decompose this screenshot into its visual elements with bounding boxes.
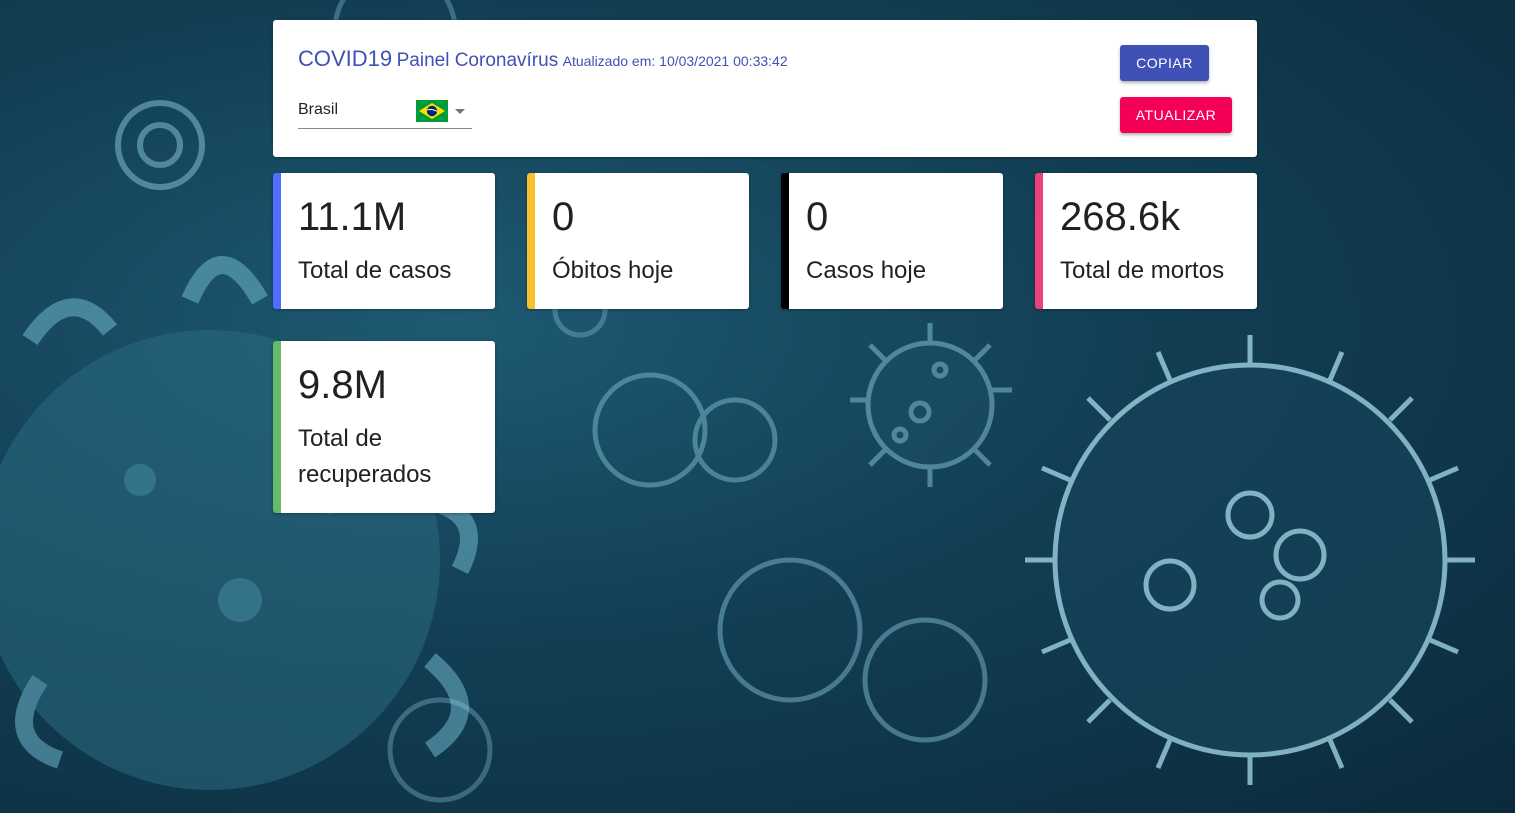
stat-label: Total de mortos xyxy=(1060,257,1225,284)
title-main: COVID19 xyxy=(298,46,393,71)
country-select-value: Brasil xyxy=(298,101,339,118)
copy-button[interactable]: COPIAR xyxy=(1120,45,1209,81)
stat-card-total-cases: 11.1M Total de casos xyxy=(273,173,495,309)
stat-label: Óbitos hoje xyxy=(552,257,674,284)
stat-card-total-recovered: 9.8M Total de recuperados xyxy=(273,341,495,513)
stat-label: Total de recuperados xyxy=(298,425,432,488)
stat-value: 0 xyxy=(552,195,575,239)
stat-value: 9.8M xyxy=(298,363,387,407)
stat-card-deaths-today: 0 Óbitos hoje xyxy=(527,173,749,309)
update-button[interactable]: ATUALIZAR xyxy=(1120,97,1232,133)
title-subtitle: Painel Coronavírus xyxy=(396,50,559,71)
stat-label: Casos hoje xyxy=(806,257,927,284)
chevron-down-icon xyxy=(455,109,465,114)
country-select[interactable]: Brasil xyxy=(298,98,472,129)
stat-card-total-deaths: 268.6k Total de mortos xyxy=(1035,173,1257,309)
stat-card-cases-today: 0 Casos hoje xyxy=(781,173,1003,309)
stat-value: 268.6k xyxy=(1060,195,1181,239)
stat-value: 0 xyxy=(806,195,829,239)
brazil-flag-icon xyxy=(416,100,448,122)
stat-label: Total de casos xyxy=(298,257,452,284)
stat-value: 11.1M xyxy=(298,195,407,239)
dashboard-header-card: COVID19 Painel Coronavírus Atualizado em… xyxy=(273,20,1257,157)
page-title: COVID19 Painel Coronavírus Atualizado em… xyxy=(298,46,788,72)
last-updated-text: Atualizado em: 10/03/2021 00:33:42 xyxy=(562,53,788,69)
